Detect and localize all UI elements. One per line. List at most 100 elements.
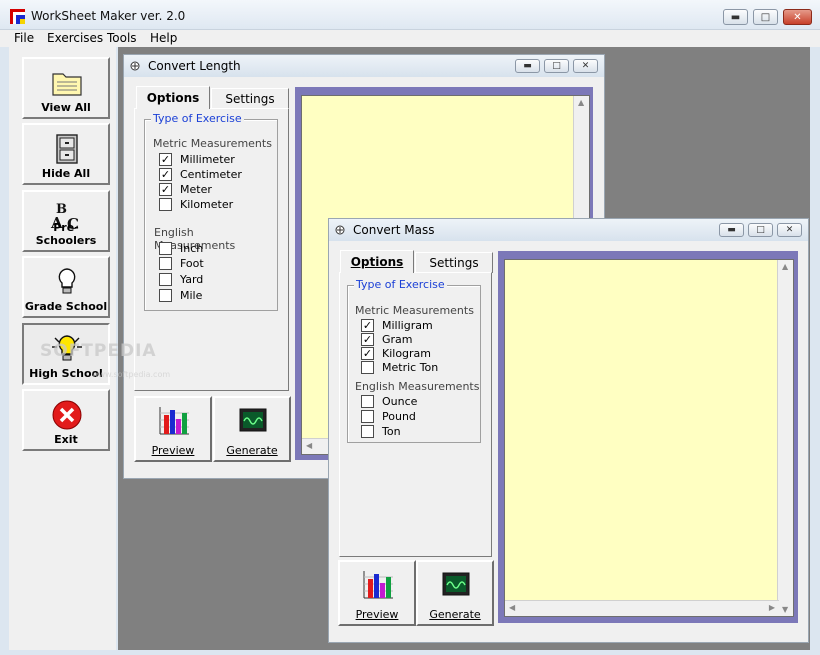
scroll-up-icon[interactable]: ▲ [782, 262, 788, 271]
checkbox[interactable]: ✓ [361, 333, 374, 346]
scroll-left-icon[interactable]: ◀ [306, 441, 312, 450]
checkbox-ounce[interactable]: Ounce [361, 395, 417, 408]
checkbox[interactable] [361, 361, 374, 374]
maximize-button[interactable]: □ [753, 9, 778, 25]
checkbox-mile[interactable]: Mile [159, 289, 202, 302]
english-heading: English Measurements [355, 380, 480, 393]
checkbox-label: Foot [180, 257, 204, 270]
checkbox[interactable] [361, 410, 374, 423]
cabinet-icon [56, 134, 78, 164]
checkbox-label: Kilometer [180, 198, 234, 211]
toolbar-label: Exit [54, 433, 78, 446]
checkbox-pound[interactable]: Pound [361, 410, 416, 423]
worksheet-editor[interactable]: ▲ ▼ ◀ ▶ [504, 259, 794, 617]
child-title-bar[interactable]: Convert Mass ▬ □ ✕ [329, 219, 808, 241]
metric-heading: Metric Measurements [355, 304, 474, 317]
tab-settings[interactable]: Settings [415, 252, 493, 273]
checkbox-milligram[interactable]: ✓ Milligram [361, 319, 433, 332]
checkbox-label: Metric Ton [382, 361, 439, 374]
checkbox-yard[interactable]: Yard [159, 273, 203, 286]
convert-mass-window: Convert Mass ▬ □ ✕ Options Settings Type… [328, 218, 809, 643]
view-all-button[interactable]: View All [22, 57, 110, 119]
exercise-type-group: Type of Exercise Metric Measurements ✓ Mi… [347, 278, 481, 443]
maximize-button[interactable]: □ [544, 59, 569, 73]
vertical-scrollbar[interactable]: ▲ ▼ [777, 260, 793, 616]
maximize-button[interactable]: □ [748, 223, 773, 237]
options-tab-page: Type of Exercise Metric Measurements ✓ Mi… [339, 272, 492, 557]
toolbar-label: Hide All [41, 167, 91, 180]
bar-chart-icon [363, 571, 393, 599]
menu-tools[interactable]: Tools [107, 31, 137, 45]
lightbulb-icon [58, 268, 76, 294]
close-button[interactable]: ✕ [777, 223, 802, 237]
minimize-button[interactable]: ▬ [515, 59, 540, 73]
editor-frame: ▲ ▼ ◀ ▶ [498, 251, 798, 623]
monitor-wave-icon [239, 408, 267, 432]
checkbox-label: Milligram [382, 319, 433, 332]
hide-all-button[interactable]: Hide All [22, 123, 110, 185]
generate-button[interactable]: Generate [213, 396, 291, 462]
app-logo-icon [10, 9, 25, 24]
checkbox-label: Mile [180, 289, 203, 302]
checkbox[interactable] [159, 198, 172, 211]
child-window-title: Convert Mass [353, 223, 435, 237]
tab-settings[interactable]: Settings [211, 88, 289, 109]
checkbox[interactable]: ✓ [159, 183, 172, 196]
watermark: SOFTPEDIA [40, 341, 157, 361]
title-bar: WorkSheet Maker ver. 2.0 ▬ □ ✕ [0, 0, 820, 30]
checkbox-kilometer[interactable]: Kilometer [159, 198, 233, 211]
child-title-bar[interactable]: Convert Length ▬ □ ✕ [124, 55, 604, 77]
checkbox[interactable] [361, 395, 374, 408]
checkbox-ton[interactable]: Ton [361, 425, 401, 438]
checkbox-centimeter[interactable]: ✓ Centimeter [159, 168, 242, 181]
minimize-button[interactable]: ▬ [719, 223, 744, 237]
checkbox-metric-ton[interactable]: Metric Ton [361, 361, 438, 374]
checkbox-label: Meter [180, 183, 212, 196]
scroll-down-icon[interactable]: ▼ [782, 605, 788, 614]
exit-icon [52, 400, 82, 430]
window-icon [130, 61, 140, 71]
checkbox-label: Inch [180, 242, 204, 255]
exercise-type-group: Type of Exercise Metric Measurements ✓ Mi… [144, 112, 278, 311]
checkbox-meter[interactable]: ✓ Meter [159, 183, 212, 196]
checkbox[interactable] [159, 242, 172, 255]
checkbox-foot[interactable]: Foot [159, 257, 204, 270]
checkbox-label: Centimeter [180, 168, 242, 181]
checkbox-inch[interactable]: Inch [159, 242, 203, 255]
generate-button[interactable]: Generate [416, 560, 494, 626]
generate-label: Generate [429, 608, 481, 621]
exit-button[interactable]: Exit [22, 389, 110, 451]
checkbox[interactable]: ✓ [361, 319, 374, 332]
pre-schoolers-button[interactable]: B A C Pre-Schoolers [22, 190, 110, 252]
menu-help[interactable]: Help [150, 31, 177, 45]
scroll-left-icon[interactable]: ◀ [509, 603, 515, 612]
watermark-url: www.softpedia.com [92, 370, 171, 379]
generate-label: Generate [226, 444, 278, 457]
checkbox-millimeter[interactable]: ✓ Millimeter [159, 153, 235, 166]
checkbox[interactable]: ✓ [159, 153, 172, 166]
checkbox[interactable]: ✓ [361, 347, 374, 360]
menu-exercises[interactable]: Exercises [47, 31, 103, 45]
preview-button[interactable]: Preview [134, 396, 212, 462]
checkbox[interactable] [159, 257, 172, 270]
checkbox[interactable] [159, 273, 172, 286]
checkbox[interactable]: ✓ [159, 168, 172, 181]
close-button[interactable]: ✕ [783, 9, 812, 25]
toolbar-label: View All [41, 101, 91, 114]
checkbox-gram[interactable]: ✓ Gram [361, 333, 413, 346]
menu-file[interactable]: File [14, 31, 34, 45]
checkbox[interactable] [361, 425, 374, 438]
window-icon [335, 225, 345, 235]
menu-bar: File Exercises Tools Help [0, 30, 820, 47]
scroll-right-icon[interactable]: ▶ [769, 603, 775, 612]
scroll-up-icon[interactable]: ▲ [578, 98, 584, 107]
minimize-button[interactable]: ▬ [723, 9, 748, 25]
grade-school-button[interactable]: Grade School [22, 256, 110, 318]
close-button[interactable]: ✕ [573, 59, 598, 73]
preview-button[interactable]: Preview [338, 560, 416, 626]
checkbox[interactable] [159, 289, 172, 302]
tab-options[interactable]: Options [340, 250, 414, 273]
tab-options[interactable]: Options [136, 86, 210, 109]
checkbox-kilogram[interactable]: ✓ Kilogram [361, 347, 431, 360]
horizontal-scrollbar[interactable]: ◀ ▶ [505, 600, 779, 616]
